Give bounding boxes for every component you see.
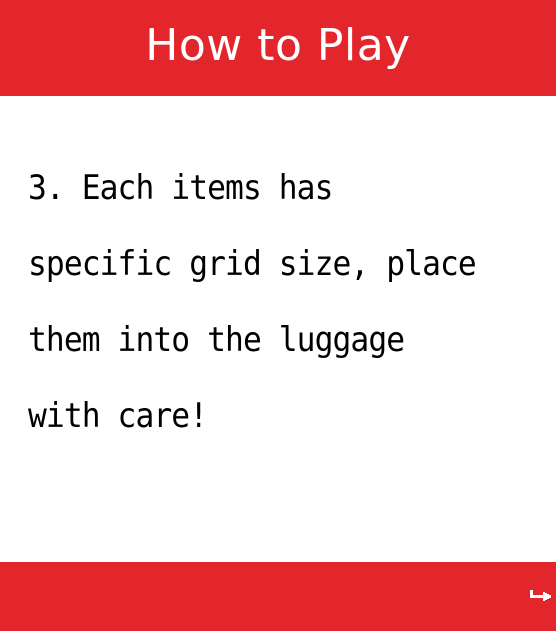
return-arrow-icon — [530, 590, 551, 601]
next-button[interactable] — [528, 588, 552, 608]
instruction-line: them into the luggage — [28, 320, 405, 360]
footer-bar — [0, 562, 556, 631]
header-bar: How to Play — [0, 0, 556, 96]
instruction-text: 3. Each items has specific grid size, pl… — [28, 150, 538, 454]
page-title: How to Play — [145, 20, 411, 71]
instruction-line: specific grid size, place — [28, 244, 477, 284]
instruction-line: with care! — [28, 396, 208, 436]
instruction-line: 3. Each items has — [28, 168, 333, 208]
